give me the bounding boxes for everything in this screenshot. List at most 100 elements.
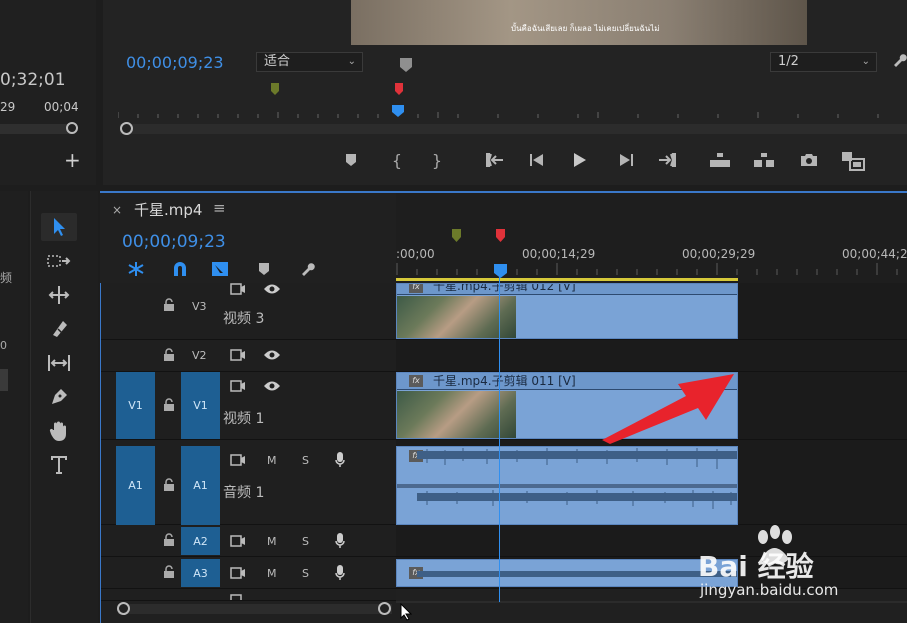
track-name: 视频 3: [223, 311, 265, 327]
nest-sequence-icon[interactable]: [126, 260, 146, 278]
clip-a3[interactable]: fx: [396, 559, 738, 587]
track-target-a2[interactable]: A2: [181, 527, 220, 555]
add-marker-icon[interactable]: [343, 150, 359, 170]
play-icon[interactable]: [570, 150, 590, 170]
lock-icon[interactable]: [161, 297, 177, 313]
timeline-ruler[interactable]: [396, 193, 907, 283]
timeline-zoom-handle-right[interactable]: [378, 602, 391, 615]
source-in-time: 29: [0, 100, 16, 114]
clip-a1[interactable]: fx: [396, 446, 738, 525]
eye-icon[interactable]: [262, 347, 282, 363]
add-marker-icon[interactable]: [398, 55, 414, 75]
close-tab-icon[interactable]: ×: [112, 203, 122, 217]
ruler-label: 00;00;44;2: [842, 247, 907, 261]
hand-tool-icon[interactable]: [41, 417, 77, 445]
solo-button[interactable]: S: [302, 454, 309, 467]
film-sync-icon[interactable]: [229, 452, 247, 468]
playhead-line: [499, 272, 500, 602]
track-label: V3: [192, 300, 207, 313]
monitor-playhead-icon[interactable]: [391, 104, 405, 118]
camera-icon[interactable]: [798, 150, 820, 170]
track-target-a3[interactable]: A3: [181, 559, 220, 587]
monitor-ruler[interactable]: [117, 107, 898, 118]
timeline-zoom-handle-left[interactable]: [117, 602, 130, 615]
project-value: 0: [0, 339, 7, 352]
marker-green-icon[interactable]: [451, 228, 461, 242]
go-to-out-icon[interactable]: [656, 150, 678, 170]
lock-icon[interactable]: [161, 477, 177, 493]
timeline-zoom-bar[interactable]: [118, 604, 392, 614]
solo-button[interactable]: S: [302, 535, 309, 548]
timeline-tab-title[interactable]: 千星.mp4: [134, 199, 202, 220]
slip-tool-icon[interactable]: [41, 349, 77, 377]
marker-red-icon[interactable]: [495, 228, 505, 242]
microphone-icon[interactable]: [333, 532, 347, 550]
track-select-tool-icon[interactable]: [41, 247, 77, 275]
track-v3-body: 千星.mp4.子剪辑 012 [V] fx: [396, 283, 907, 340]
microphone-icon[interactable]: [333, 564, 347, 582]
comparison-view-icon[interactable]: [840, 150, 866, 172]
track-target-v1[interactable]: V1: [181, 372, 220, 439]
lift-icon[interactable]: [708, 150, 732, 170]
type-tool-icon[interactable]: [41, 451, 77, 479]
lock-icon[interactable]: [161, 347, 177, 363]
mark-in-icon[interactable]: {: [389, 150, 405, 170]
ruler-label: 00;00;14;29: [522, 247, 596, 261]
fit-dropdown[interactable]: 适合 ⌄: [256, 52, 363, 72]
eye-icon[interactable]: [262, 378, 282, 394]
ripple-edit-tool-icon[interactable]: [41, 281, 77, 309]
marker-red-icon[interactable]: [394, 82, 404, 96]
selection-tool-icon[interactable]: [41, 213, 77, 241]
film-sync-icon[interactable]: [229, 533, 247, 549]
source-patch-a1[interactable]: A1: [116, 446, 155, 525]
source-patch-v1[interactable]: V1: [116, 372, 155, 439]
mute-button[interactable]: M: [267, 535, 277, 548]
go-to-in-icon[interactable]: [484, 150, 506, 170]
track-v1-header: V1 V1 视频 1: [101, 372, 396, 440]
tab-menu-icon[interactable]: ≡: [213, 199, 226, 217]
timeline-settings-wrench-icon[interactable]: [297, 260, 317, 278]
extract-icon[interactable]: [752, 150, 776, 170]
add-marker-icon[interactable]: [256, 260, 272, 278]
lock-icon[interactable]: [161, 532, 177, 548]
monitor-zoom-bar[interactable]: [120, 124, 907, 134]
linked-selection-icon[interactable]: [210, 260, 230, 278]
watermark-url: jingyan.baidu.com: [700, 581, 839, 599]
source-scrollbar[interactable]: [0, 124, 72, 134]
wrench-icon[interactable]: [890, 50, 907, 70]
video-preview: บั้นคือฉันเสียเลย ก็เผลอ ไม่เคยเปลี่ยนฉั…: [351, 0, 807, 45]
film-sync-icon[interactable]: [229, 281, 247, 297]
step-forward-icon[interactable]: [616, 150, 636, 170]
source-panel: 0;32;01 29 00;04 +: [0, 0, 96, 185]
mute-button[interactable]: M: [267, 454, 277, 467]
mute-button[interactable]: M: [267, 567, 277, 580]
timeline-timecode[interactable]: 00;00;09;23: [122, 232, 226, 252]
lock-icon[interactable]: [161, 397, 177, 413]
microphone-icon[interactable]: [333, 451, 347, 469]
snap-magnet-icon[interactable]: [170, 260, 190, 278]
film-sync-icon[interactable]: [229, 347, 247, 363]
work-area-bar[interactable]: [396, 278, 738, 281]
film-sync-icon[interactable]: [229, 378, 247, 394]
razor-tool-icon[interactable]: [41, 315, 77, 343]
playhead-icon[interactable]: [493, 263, 507, 278]
step-back-icon[interactable]: [527, 150, 547, 170]
monitor-timecode[interactable]: 00;00;09;23: [126, 53, 224, 72]
marker-green-icon[interactable]: [270, 82, 280, 96]
clip-v3[interactable]: 千星.mp4.子剪辑 012 [V] fx: [396, 283, 738, 339]
add-icon[interactable]: +: [64, 150, 81, 170]
eye-icon[interactable]: [262, 281, 282, 297]
resolution-dropdown[interactable]: 1/2 ⌄: [770, 52, 877, 72]
track-target-a1[interactable]: A1: [181, 446, 220, 525]
monitor-zoom-handle[interactable]: [120, 122, 133, 135]
project-scroll[interactable]: [0, 369, 8, 391]
source-scroll-handle[interactable]: [66, 122, 78, 134]
chevron-down-icon: ⌄: [861, 56, 870, 67]
solo-button[interactable]: S: [302, 567, 309, 580]
film-sync-icon[interactable]: [229, 594, 247, 600]
film-sync-icon[interactable]: [229, 565, 247, 581]
track-a1-header: A1 A1 M S 音频 1: [101, 440, 396, 525]
lock-icon[interactable]: [161, 564, 177, 580]
pen-tool-icon[interactable]: [41, 383, 77, 411]
mark-out-icon[interactable]: }: [429, 150, 445, 170]
